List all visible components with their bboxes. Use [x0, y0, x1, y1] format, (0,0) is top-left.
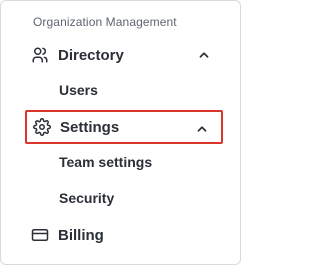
sub-item-security[interactable]: Security	[59, 190, 114, 206]
nav-item-billing-label: Billing	[58, 226, 104, 244]
chevron-up-icon[interactable]	[197, 48, 211, 62]
gear-icon	[33, 118, 51, 136]
nav-item-settings-label: Settings	[60, 118, 120, 136]
org-management-nav-panel: Organization Management Directory Users	[0, 0, 241, 265]
nav-item-billing[interactable]: Billing	[25, 218, 223, 252]
nav-item-settings[interactable]: Settings	[25, 110, 223, 144]
nav-item-directory[interactable]: Directory	[25, 38, 223, 72]
section-title: Organization Management	[33, 15, 177, 29]
users-icon	[31, 46, 49, 64]
sub-item-users[interactable]: Users	[59, 82, 98, 98]
nav-item-directory-label: Directory	[58, 46, 124, 64]
sub-item-team-settings[interactable]: Team settings	[59, 154, 152, 170]
credit-card-icon	[31, 226, 49, 244]
chevron-up-icon[interactable]	[195, 122, 209, 136]
